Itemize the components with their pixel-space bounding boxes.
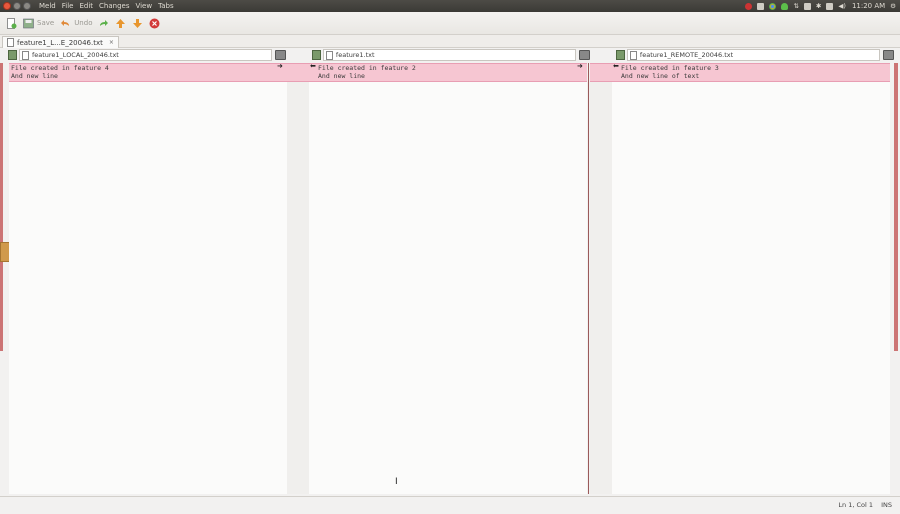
filename-base: feature1.txt xyxy=(335,51,375,59)
top-menu-bar: Meld File Edit Changes View Tabs ⇅ ✱ ◀) … xyxy=(0,0,900,12)
text-line: File created in feature 4 xyxy=(11,64,109,72)
undo-icon xyxy=(61,19,70,26)
chrome-icon[interactable] xyxy=(769,2,777,10)
battery-icon[interactable] xyxy=(826,2,834,10)
save-icon xyxy=(23,18,34,28)
link-gutter-right[interactable] xyxy=(590,63,612,494)
text-line: File created in feature 3 xyxy=(621,64,719,72)
keyboard-layout-icon[interactable] xyxy=(803,2,811,10)
pane-header-local: feature1_LOCAL_20046.txt xyxy=(8,49,287,61)
gear-icon[interactable]: ⚙ xyxy=(890,2,896,10)
volume-icon[interactable]: ◀) xyxy=(838,2,846,10)
filename-field-local[interactable]: feature1_LOCAL_20046.txt xyxy=(18,49,273,61)
app-name: Meld xyxy=(39,2,56,10)
text-line: And new line of text xyxy=(621,72,700,80)
lock-icon[interactable] xyxy=(616,50,625,60)
tab-close-icon[interactable]: × xyxy=(109,39,114,46)
undo-label: Undo xyxy=(74,19,93,27)
stop-button[interactable] xyxy=(149,14,160,32)
tab-title: feature1_L...E_20046.txt xyxy=(17,38,103,47)
cursor-position: Ln 1, Col 1 INS xyxy=(832,501,892,509)
previous-change-button[interactable] xyxy=(115,14,126,32)
file-icon xyxy=(629,50,637,60)
indicator-red-icon[interactable] xyxy=(745,2,753,10)
arrow-left-icon[interactable]: ⬅ xyxy=(613,62,619,70)
file-icon xyxy=(21,50,29,60)
save-file-icon[interactable] xyxy=(883,50,894,60)
undo-button[interactable]: Undo xyxy=(60,14,92,32)
arrow-left-icon[interactable]: ⬅ xyxy=(310,62,316,70)
redo-button[interactable] xyxy=(98,14,109,32)
clock[interactable]: 11:20 AM xyxy=(852,2,885,10)
new-document-icon xyxy=(7,17,17,29)
pane-header-remote: feature1_REMOTE_20046.txt xyxy=(616,49,894,61)
lock-icon[interactable] xyxy=(8,50,17,60)
menu-bar: File Edit Changes View Tabs xyxy=(62,2,180,10)
status-bar: Ln 1, Col 1 INS xyxy=(0,496,900,514)
menu-changes[interactable]: Changes xyxy=(99,2,129,10)
new-comparison-button[interactable] xyxy=(6,14,17,32)
text-line: File created in feature 2 xyxy=(318,64,416,72)
stop-icon xyxy=(149,18,160,28)
network-icon[interactable]: ⇅ xyxy=(793,2,798,10)
arrow-down-icon xyxy=(133,18,143,28)
file-icon xyxy=(7,38,14,47)
menu-file[interactable]: File xyxy=(62,2,74,10)
arrow-right-icon[interactable]: ➜ xyxy=(577,62,583,70)
text-pane-remote[interactable]: ⬅ File created in feature 3 And new line… xyxy=(612,62,890,494)
filename-field-remote[interactable]: feature1_REMOTE_20046.txt xyxy=(626,49,881,61)
tab-comparison[interactable]: feature1_L...E_20046.txt × xyxy=(2,36,119,48)
change-marker-left[interactable] xyxy=(0,63,3,351)
window-minimize-button[interactable] xyxy=(13,2,21,10)
text-pane-local[interactable]: File created in feature 4 And new line ➜ xyxy=(9,62,287,494)
pane-divider xyxy=(588,63,589,494)
next-change-button[interactable] xyxy=(132,14,143,32)
menu-edit[interactable]: Edit xyxy=(79,2,93,10)
window-maximize-button[interactable] xyxy=(23,2,31,10)
text-pane-base[interactable]: ⬅ File created in feature 2 And new line… xyxy=(309,62,587,494)
files-icon[interactable] xyxy=(757,2,765,10)
arrow-right-icon[interactable]: ➜ xyxy=(277,62,283,70)
filename-local: feature1_LOCAL_20046.txt xyxy=(31,51,119,59)
tab-bar: feature1_L...E_20046.txt × xyxy=(0,35,900,48)
redo-icon xyxy=(100,19,109,26)
change-marker-right[interactable] xyxy=(894,63,898,351)
system-tray: ⇅ ✱ ◀) 11:20 AM ⚙ xyxy=(740,0,896,12)
save-label: Save xyxy=(37,19,55,27)
toolbar: Save Undo xyxy=(0,12,900,35)
save-button[interactable]: Save xyxy=(23,14,54,32)
save-file-icon[interactable] xyxy=(579,50,590,60)
menu-view[interactable]: View xyxy=(135,2,152,10)
filename-field-base[interactable]: feature1.txt xyxy=(322,49,577,61)
shield-icon[interactable] xyxy=(781,2,789,10)
save-file-icon[interactable] xyxy=(275,50,287,60)
line-col: Ln 1, Col 1 xyxy=(838,501,874,509)
text-line: And new line xyxy=(11,72,58,80)
insert-mode: INS xyxy=(881,501,892,509)
bluetooth-icon[interactable]: ✱ xyxy=(816,2,821,10)
menu-tabs[interactable]: Tabs xyxy=(158,2,174,10)
window-close-button[interactable] xyxy=(3,2,11,10)
conflict-highlight xyxy=(590,63,612,82)
filename-remote: feature1_REMOTE_20046.txt xyxy=(639,51,734,59)
arrow-up-icon xyxy=(116,18,126,28)
pane-header-base: feature1.txt xyxy=(312,49,590,61)
text-line: And new line xyxy=(318,72,365,80)
lock-icon[interactable] xyxy=(312,50,321,60)
link-gutter-left[interactable] xyxy=(287,63,309,494)
text-cursor-icon: I xyxy=(395,477,398,487)
conflict-highlight xyxy=(287,63,309,82)
file-icon xyxy=(325,50,333,60)
